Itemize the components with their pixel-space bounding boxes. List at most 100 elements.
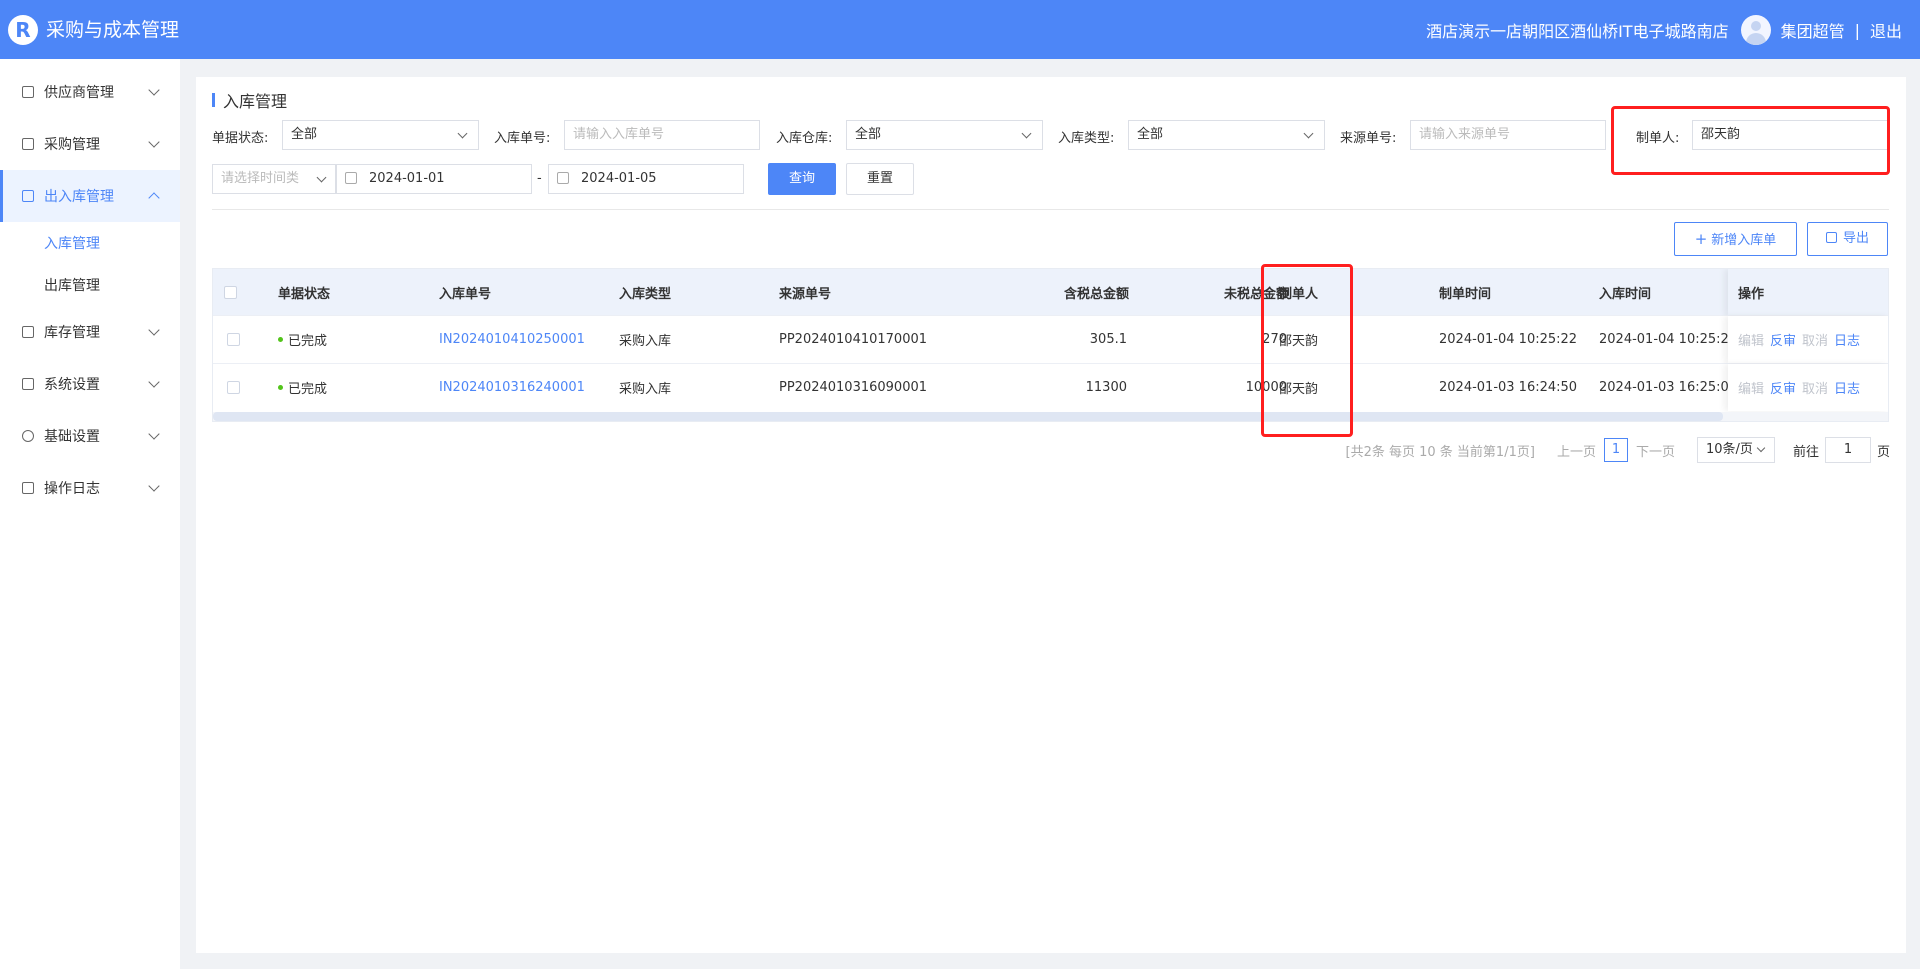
date-start-input[interactable]: 2024-01-01 <box>336 164 532 194</box>
date-end-input[interactable]: 2024-01-05 <box>548 164 744 194</box>
col-order-no: 入库单号 <box>439 286 492 302</box>
sidebar-item-system[interactable]: 系统设置 <box>0 358 180 410</box>
date-end-value: 2024-01-05 <box>581 171 657 186</box>
warehouse-select[interactable]: 全部 <box>846 120 1043 150</box>
source-no-cell: PP2024010316090001 <box>779 380 928 395</box>
tax-total-cell: 11300 <box>1085 380 1127 395</box>
type-select-value: 全部 <box>1137 127 1164 142</box>
edit-link[interactable]: 编辑 <box>1738 330 1764 349</box>
sidebar-item-label: 系统设置 <box>44 377 100 393</box>
select-all-checkbox[interactable] <box>224 269 237 315</box>
sidebar-item-purchase[interactable]: 采购管理 <box>0 118 180 170</box>
row-checkbox[interactable] <box>227 316 240 363</box>
order-no-link[interactable]: IN2024010410250001 <box>439 316 585 363</box>
col-created-at: 制单时间 <box>1439 286 1492 302</box>
order-no-input[interactable]: 请输入入库单号 <box>564 120 760 150</box>
status-select[interactable]: 全部 <box>282 120 479 150</box>
sidebar-item-inout[interactable]: 出入库管理 <box>0 170 180 222</box>
in-time-cell: 2024-01-03 16:25:01 <box>1599 380 1738 395</box>
type-select[interactable]: 全部 <box>1128 120 1325 150</box>
edit-link[interactable]: 编辑 <box>1738 378 1764 397</box>
goto-page-input[interactable]: 1 <box>1824 437 1871 463</box>
time-type-select[interactable]: 请选择时间类 <box>212 164 336 194</box>
sidebar-item-label: 操作日志 <box>44 481 100 497</box>
notax-total-cell: 10000 <box>1245 380 1287 395</box>
purchase-icon <box>22 138 34 150</box>
app-title: 采购与成本管理 <box>46 19 180 41</box>
supplier-icon <box>22 86 34 98</box>
chevron-down-icon <box>457 128 468 139</box>
type-cell: 采购入库 <box>619 382 672 397</box>
add-inbound-button[interactable]: + 新增入库单 <box>1674 222 1797 256</box>
sidebar-item-label: 基础设置 <box>44 429 100 445</box>
chevron-down-icon <box>148 84 160 96</box>
sidebar-item-oplog[interactable]: 操作日志 <box>0 462 180 514</box>
query-button[interactable]: 查询 <box>768 163 836 195</box>
order-no-label: 入库单号: <box>494 131 551 146</box>
created-at-cell: 2024-01-04 10:25:22 <box>1439 332 1578 347</box>
reset-button[interactable]: 重置 <box>846 163 914 195</box>
page-number-1[interactable]: 1 <box>1603 438 1628 462</box>
calendar-icon <box>557 171 569 184</box>
source-no-cell: PP2024010410170001 <box>779 332 928 347</box>
in-time-cell: 2024-01-04 10:25:29 <box>1599 332 1738 347</box>
col-creator: 制单人 <box>1279 286 1319 302</box>
log-link[interactable]: 日志 <box>1834 330 1860 349</box>
cancel-link[interactable]: 取消 <box>1802 330 1828 349</box>
page-size-select[interactable]: 10条/页 <box>1696 437 1775 463</box>
table-horizontal-scrollbar[interactable] <box>213 412 1888 421</box>
calendar-icon <box>345 171 357 184</box>
header-separator: | <box>1854 20 1860 40</box>
order-no-link[interactable]: IN2024010316240001 <box>439 364 585 411</box>
col-ops-label: 操作 <box>1738 286 1765 302</box>
unaudit-link[interactable]: 反审 <box>1770 378 1796 397</box>
sidebar-item-label: 出入库管理 <box>44 189 114 205</box>
type-cell: 采购入库 <box>619 334 672 349</box>
log-link[interactable]: 日志 <box>1834 378 1860 397</box>
sidebar-item-basic[interactable]: 基础设置 <box>0 410 180 462</box>
plus-icon: + <box>1694 230 1708 248</box>
status-dot-icon <box>278 385 283 390</box>
sidebar-subitem-outbound[interactable]: 出库管理 <box>0 264 180 306</box>
cancel-link[interactable]: 取消 <box>1802 378 1828 397</box>
col-source-no: 来源单号 <box>779 286 832 302</box>
ops-cell: 编辑 反审 取消 日志 <box>1728 316 1888 363</box>
chevron-down-icon <box>148 136 160 148</box>
chevron-down-icon <box>148 376 160 388</box>
goto-label: 前往 <box>1792 444 1819 460</box>
pagination-summary: [共2条 每页 10 条 当前第1/1页] <box>1345 444 1535 460</box>
user-avatar-icon[interactable] <box>1740 15 1771 45</box>
table-row: 已完成 IN2024010316240001 采购入库 PP2024010316… <box>213 363 1888 411</box>
page-size-value: 10条/页 <box>1705 442 1753 457</box>
chevron-up-icon <box>148 192 160 204</box>
sidebar-item-supplier[interactable]: 供应商管理 <box>0 66 180 118</box>
sidebar-subitem-inbound[interactable]: 入库管理 <box>0 222 180 264</box>
source-no-input[interactable]: 请输入来源单号 <box>1410 120 1606 150</box>
scrollbar-thumb[interactable] <box>213 412 1723 421</box>
export-button[interactable]: 导出 <box>1807 222 1888 256</box>
date-start-value: 2024-01-01 <box>369 171 445 186</box>
status-dot-icon <box>278 337 283 342</box>
next-page-button[interactable]: 下一页 <box>1636 441 1675 460</box>
inout-icon <box>22 190 34 202</box>
prev-page-button[interactable]: 上一页 <box>1557 441 1596 460</box>
top-right-area: 酒店演示一店朝阳区酒仙桥IT电子城路南店 集团超管 | 退出 <box>1426 15 1902 45</box>
creator-input[interactable]: 邵天韵 <box>1692 120 1888 150</box>
warehouse-label: 入库仓库: <box>776 131 833 146</box>
warehouse-select-value: 全部 <box>855 127 882 142</box>
row-checkbox[interactable] <box>227 364 240 411</box>
sidebar-item-inventory[interactable]: 库存管理 <box>0 306 180 358</box>
type-label: 入库类型: <box>1058 131 1115 146</box>
inbound-table: 单据状态 入库单号 入库类型 来源单号 含税总金额 未税总金额 制单人 制单时间… <box>212 268 1889 422</box>
gear-icon <box>22 430 34 442</box>
logout-link[interactable]: 退出 <box>1870 18 1902 42</box>
page-title: 入库管理 <box>212 88 287 112</box>
sidebar-item-label: 库存管理 <box>44 325 100 341</box>
col-tax-total: 含税总金额 <box>1063 286 1129 302</box>
user-name[interactable]: 集团超管 <box>1781 18 1845 42</box>
top-bar: R 采购与成本管理 酒店演示一店朝阳区酒仙桥IT电子城路南店 集团超管 | 退出 <box>0 0 1920 59</box>
chevron-down-icon <box>148 428 160 440</box>
unaudit-link[interactable]: 反审 <box>1770 330 1796 349</box>
store-name[interactable]: 酒店演示一店朝阳区酒仙桥IT电子城路南店 <box>1426 18 1729 42</box>
table-header: 单据状态 入库单号 入库类型 来源单号 含税总金额 未税总金额 制单人 制单时间… <box>213 269 1888 315</box>
